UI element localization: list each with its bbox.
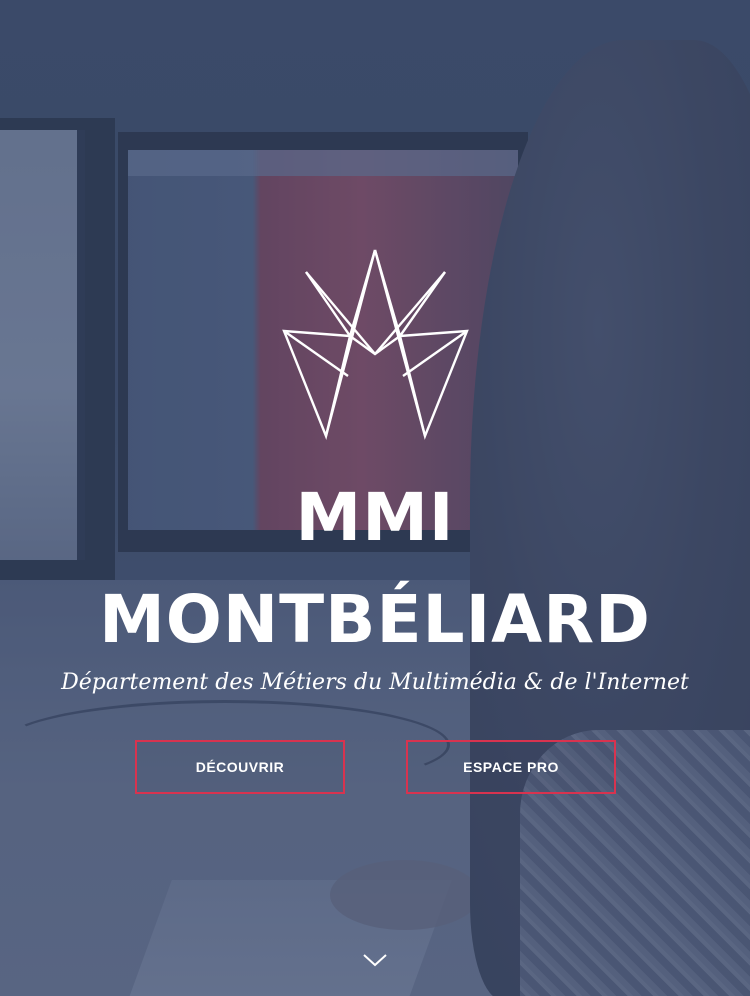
page-title-line-2: MONTBÉLIARD [99, 581, 651, 658]
page-subtitle: Département des Métiers du Multimédia & … [61, 670, 689, 695]
discover-button[interactable]: DÉCOUVRIR [135, 740, 345, 794]
espace-pro-button[interactable]: ESPACE PRO [406, 740, 616, 794]
page-title-line-1: MMI [295, 479, 455, 556]
chevron-down-icon[interactable] [362, 952, 388, 968]
crown-logo-icon [282, 249, 469, 440]
hero-content: MMI MONTBÉLIARD Département des Métiers … [0, 0, 750, 996]
